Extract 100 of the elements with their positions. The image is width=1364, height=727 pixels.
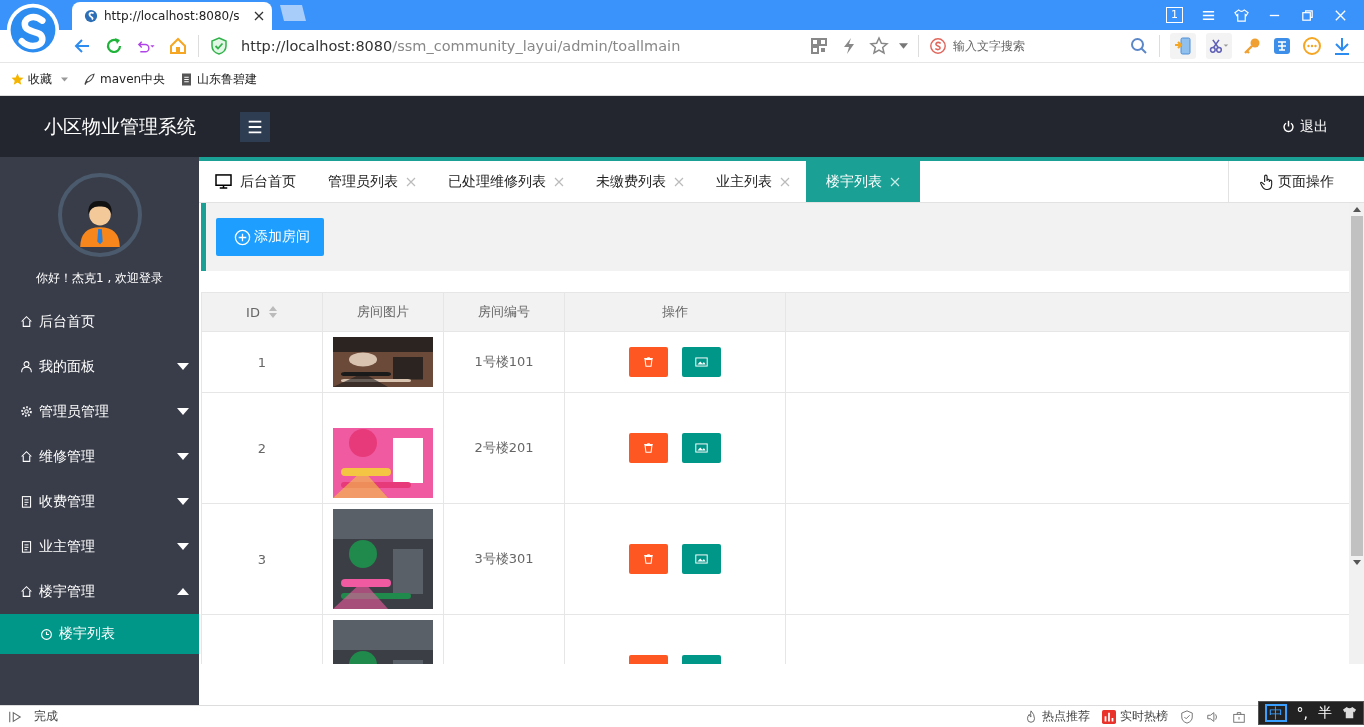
- image-icon: [695, 553, 708, 565]
- sidebar-item[interactable]: 后台首页: [0, 299, 199, 344]
- settings-icon: [20, 405, 33, 418]
- document-icon: [20, 495, 33, 508]
- menu-button[interactable]: [240, 111, 270, 142]
- bar-chart-icon: [1101, 709, 1116, 724]
- star-icon: [10, 71, 25, 87]
- caret-icon: [177, 498, 189, 505]
- image-icon: [695, 442, 708, 454]
- star-icon[interactable]: [869, 36, 889, 56]
- sidebar-item[interactable]: 维修管理: [0, 434, 199, 479]
- table-cell: 2号楼201: [474, 439, 534, 457]
- sidebar-item[interactable]: 楼宇管理: [0, 569, 199, 614]
- speaker-icon[interactable]: [1205, 709, 1220, 724]
- key-icon[interactable]: [1242, 36, 1262, 56]
- image-icon: [695, 356, 708, 368]
- shield-icon: [209, 36, 229, 56]
- table-cell: 3: [257, 551, 267, 567]
- scrollbar[interactable]: [1349, 203, 1364, 664]
- trash-icon: [642, 442, 655, 454]
- tab-title: http://localhost:8080/s: [104, 9, 241, 23]
- delete-button[interactable]: [629, 544, 668, 574]
- delete-button[interactable]: [629, 347, 668, 377]
- table-cell: 1号楼101: [474, 353, 534, 371]
- trash-icon: [642, 553, 655, 565]
- clock-icon: [40, 627, 53, 641]
- sidebar-item[interactable]: 收费管理: [0, 479, 199, 524]
- delete-button[interactable]: [629, 433, 668, 463]
- monitor-icon: [215, 174, 232, 189]
- ime-punctuation[interactable]: °,: [1296, 704, 1308, 721]
- column-header: 操作: [565, 293, 786, 331]
- search-icon[interactable]: [1129, 36, 1149, 56]
- caret-icon: [177, 588, 189, 595]
- document-icon: [20, 540, 33, 553]
- page-tab[interactable]: 已处理维修列表: [432, 161, 580, 202]
- user-icon: [20, 360, 33, 373]
- download-icon[interactable]: [1332, 36, 1352, 56]
- ime-width[interactable]: 半: [1318, 703, 1332, 722]
- bookmark[interactable]: maven中央: [82, 70, 166, 88]
- sidebar-item[interactable]: 业主管理: [0, 524, 199, 569]
- welcome-text: 你好！杰克1 , 欢迎登录: [35, 270, 164, 287]
- page-tab[interactable]: 未缴费列表: [580, 161, 700, 202]
- home-icon: [20, 585, 33, 598]
- caret-icon[interactable]: [899, 43, 908, 49]
- plus-icon: [234, 228, 251, 246]
- table-cell: 3号楼301: [474, 550, 534, 568]
- logout-button[interactable]: 退出: [1276, 116, 1334, 137]
- ime-mode[interactable]: 中: [1264, 703, 1287, 722]
- sort-icon[interactable]: [267, 305, 278, 319]
- table-cell: 2: [257, 440, 267, 456]
- home-icon: [20, 450, 33, 463]
- column-header: 房间编号: [444, 293, 565, 331]
- page-tab[interactable]: 管理员列表: [312, 161, 432, 202]
- address-field[interactable]: http://localhost:8080/ssm_community_layui/admin/toallmain: [241, 38, 681, 54]
- caret-icon[interactable]: [61, 76, 68, 82]
- search-engine-icon[interactable]: [929, 37, 947, 55]
- image-button[interactable]: [682, 433, 721, 463]
- scroll-up-icon[interactable]: [1352, 207, 1361, 212]
- caret-icon: [177, 543, 189, 550]
- hand-icon: [1259, 172, 1274, 191]
- scissors-icon[interactable]: [1206, 33, 1232, 59]
- phone-icon[interactable]: [1170, 33, 1196, 59]
- app-title: 小区物业管理系统: [44, 113, 196, 139]
- shirt-icon[interactable]: [1342, 705, 1357, 720]
- qr-code-icon[interactable]: [809, 36, 829, 56]
- caret-icon: [177, 453, 189, 460]
- sidebar-item[interactable]: 管理员管理: [0, 389, 199, 434]
- feather-icon: [82, 71, 97, 87]
- column-header: 房间图片: [323, 293, 444, 331]
- home-icon: [20, 315, 33, 328]
- caret-icon: [177, 363, 189, 370]
- site-icon: [84, 9, 98, 23]
- translate-icon[interactable]: [1272, 36, 1292, 56]
- hot-recommend-link[interactable]: 热点推荐: [1023, 708, 1090, 725]
- image-button[interactable]: [682, 347, 721, 377]
- trending-link[interactable]: 实时热榜: [1101, 708, 1168, 725]
- column-header[interactable]: ID: [202, 293, 323, 331]
- sidebar-item[interactable]: 我的面板: [0, 344, 199, 389]
- sidebar-subitem[interactable]: 楼宇列表: [0, 614, 199, 654]
- page-tab[interactable]: 业主列表: [700, 161, 806, 202]
- sidebar-toggle-icon[interactable]: [8, 709, 22, 724]
- close-icon[interactable]: [254, 11, 264, 21]
- shield-icon[interactable]: [1179, 709, 1194, 724]
- more-icon[interactable]: [1302, 36, 1322, 56]
- page-tab[interactable]: 后台首页: [199, 161, 312, 202]
- caret-icon: [177, 408, 189, 415]
- new-tab-button[interactable]: [278, 4, 308, 22]
- trash-icon: [642, 356, 655, 368]
- briefcase-icon[interactable]: [1231, 709, 1246, 724]
- scroll-down-icon[interactable]: [1352, 560, 1361, 565]
- status-text: 完成: [34, 708, 58, 725]
- table-cell: 1: [257, 354, 267, 370]
- restore-icon[interactable]: [1300, 7, 1315, 23]
- image-button[interactable]: [682, 544, 721, 574]
- power-icon: [1282, 120, 1295, 133]
- reload-icon[interactable]: [104, 36, 124, 56]
- bookmark[interactable]: 山东鲁碧建: [179, 70, 258, 88]
- bookmark[interactable]: 收藏: [10, 70, 68, 88]
- home-icon[interactable]: [168, 36, 188, 56]
- browser-tab[interactable]: http://localhost:8080/s: [72, 2, 272, 30]
